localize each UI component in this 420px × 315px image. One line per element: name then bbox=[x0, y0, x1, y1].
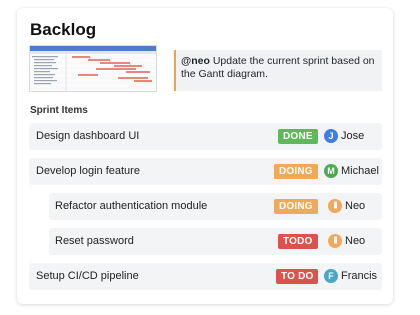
status-badge[interactable]: TODO bbox=[278, 234, 318, 249]
backlog-card: Backlog @neo Update the current sprint b… bbox=[17, 8, 393, 304]
avatar: J bbox=[324, 129, 338, 143]
sprint-item-label: Develop login feature bbox=[36, 165, 140, 177]
sprint-item-label: Design dashboard UI bbox=[36, 130, 140, 142]
sprint-item-label: Reset password bbox=[55, 235, 134, 247]
assignee-name: Neo bbox=[345, 200, 366, 212]
status-badge[interactable]: DONE bbox=[278, 129, 318, 144]
gantt-thumbnail-image bbox=[30, 46, 156, 91]
assignee-name: Neo bbox=[345, 235, 366, 247]
avatar: ||| bbox=[328, 234, 342, 248]
sprint-subitem-row[interactable]: Reset password TODO ||| Neo bbox=[49, 228, 382, 255]
sprint-subitem-row[interactable]: Refactor authentication module DOING |||… bbox=[49, 193, 382, 220]
mention-user[interactable]: @neo bbox=[181, 55, 210, 67]
section-title: Sprint Items bbox=[30, 105, 88, 116]
mention-note: @neo Update the current sprint based on … bbox=[174, 50, 382, 91]
avatar: M bbox=[324, 164, 338, 178]
note-text: Update the current sprint based on the G… bbox=[181, 55, 375, 80]
sprint-item-row[interactable]: Setup CI/CD pipeline TO DO F Francis bbox=[29, 263, 382, 290]
avatar: F bbox=[324, 269, 338, 283]
gantt-chart-thumbnail[interactable] bbox=[29, 45, 157, 92]
assignee-name: Jose bbox=[341, 130, 365, 142]
sprint-item-label: Refactor authentication module bbox=[55, 200, 208, 212]
status-badge[interactable]: DOING bbox=[274, 199, 318, 214]
sprint-item-row[interactable]: Develop login feature DOING M Michael bbox=[29, 158, 382, 185]
sprint-item-row[interactable]: Design dashboard UI DONE J Jose bbox=[29, 123, 382, 150]
avatar: ||| bbox=[328, 199, 342, 213]
page-title: Backlog bbox=[30, 20, 97, 39]
status-badge[interactable]: DOING bbox=[274, 164, 318, 179]
sprint-item-label: Setup CI/CD pipeline bbox=[36, 270, 139, 282]
assignee-name: Michael bbox=[341, 165, 379, 177]
assignee-name: Francis bbox=[341, 270, 378, 282]
status-badge[interactable]: TO DO bbox=[276, 269, 319, 284]
